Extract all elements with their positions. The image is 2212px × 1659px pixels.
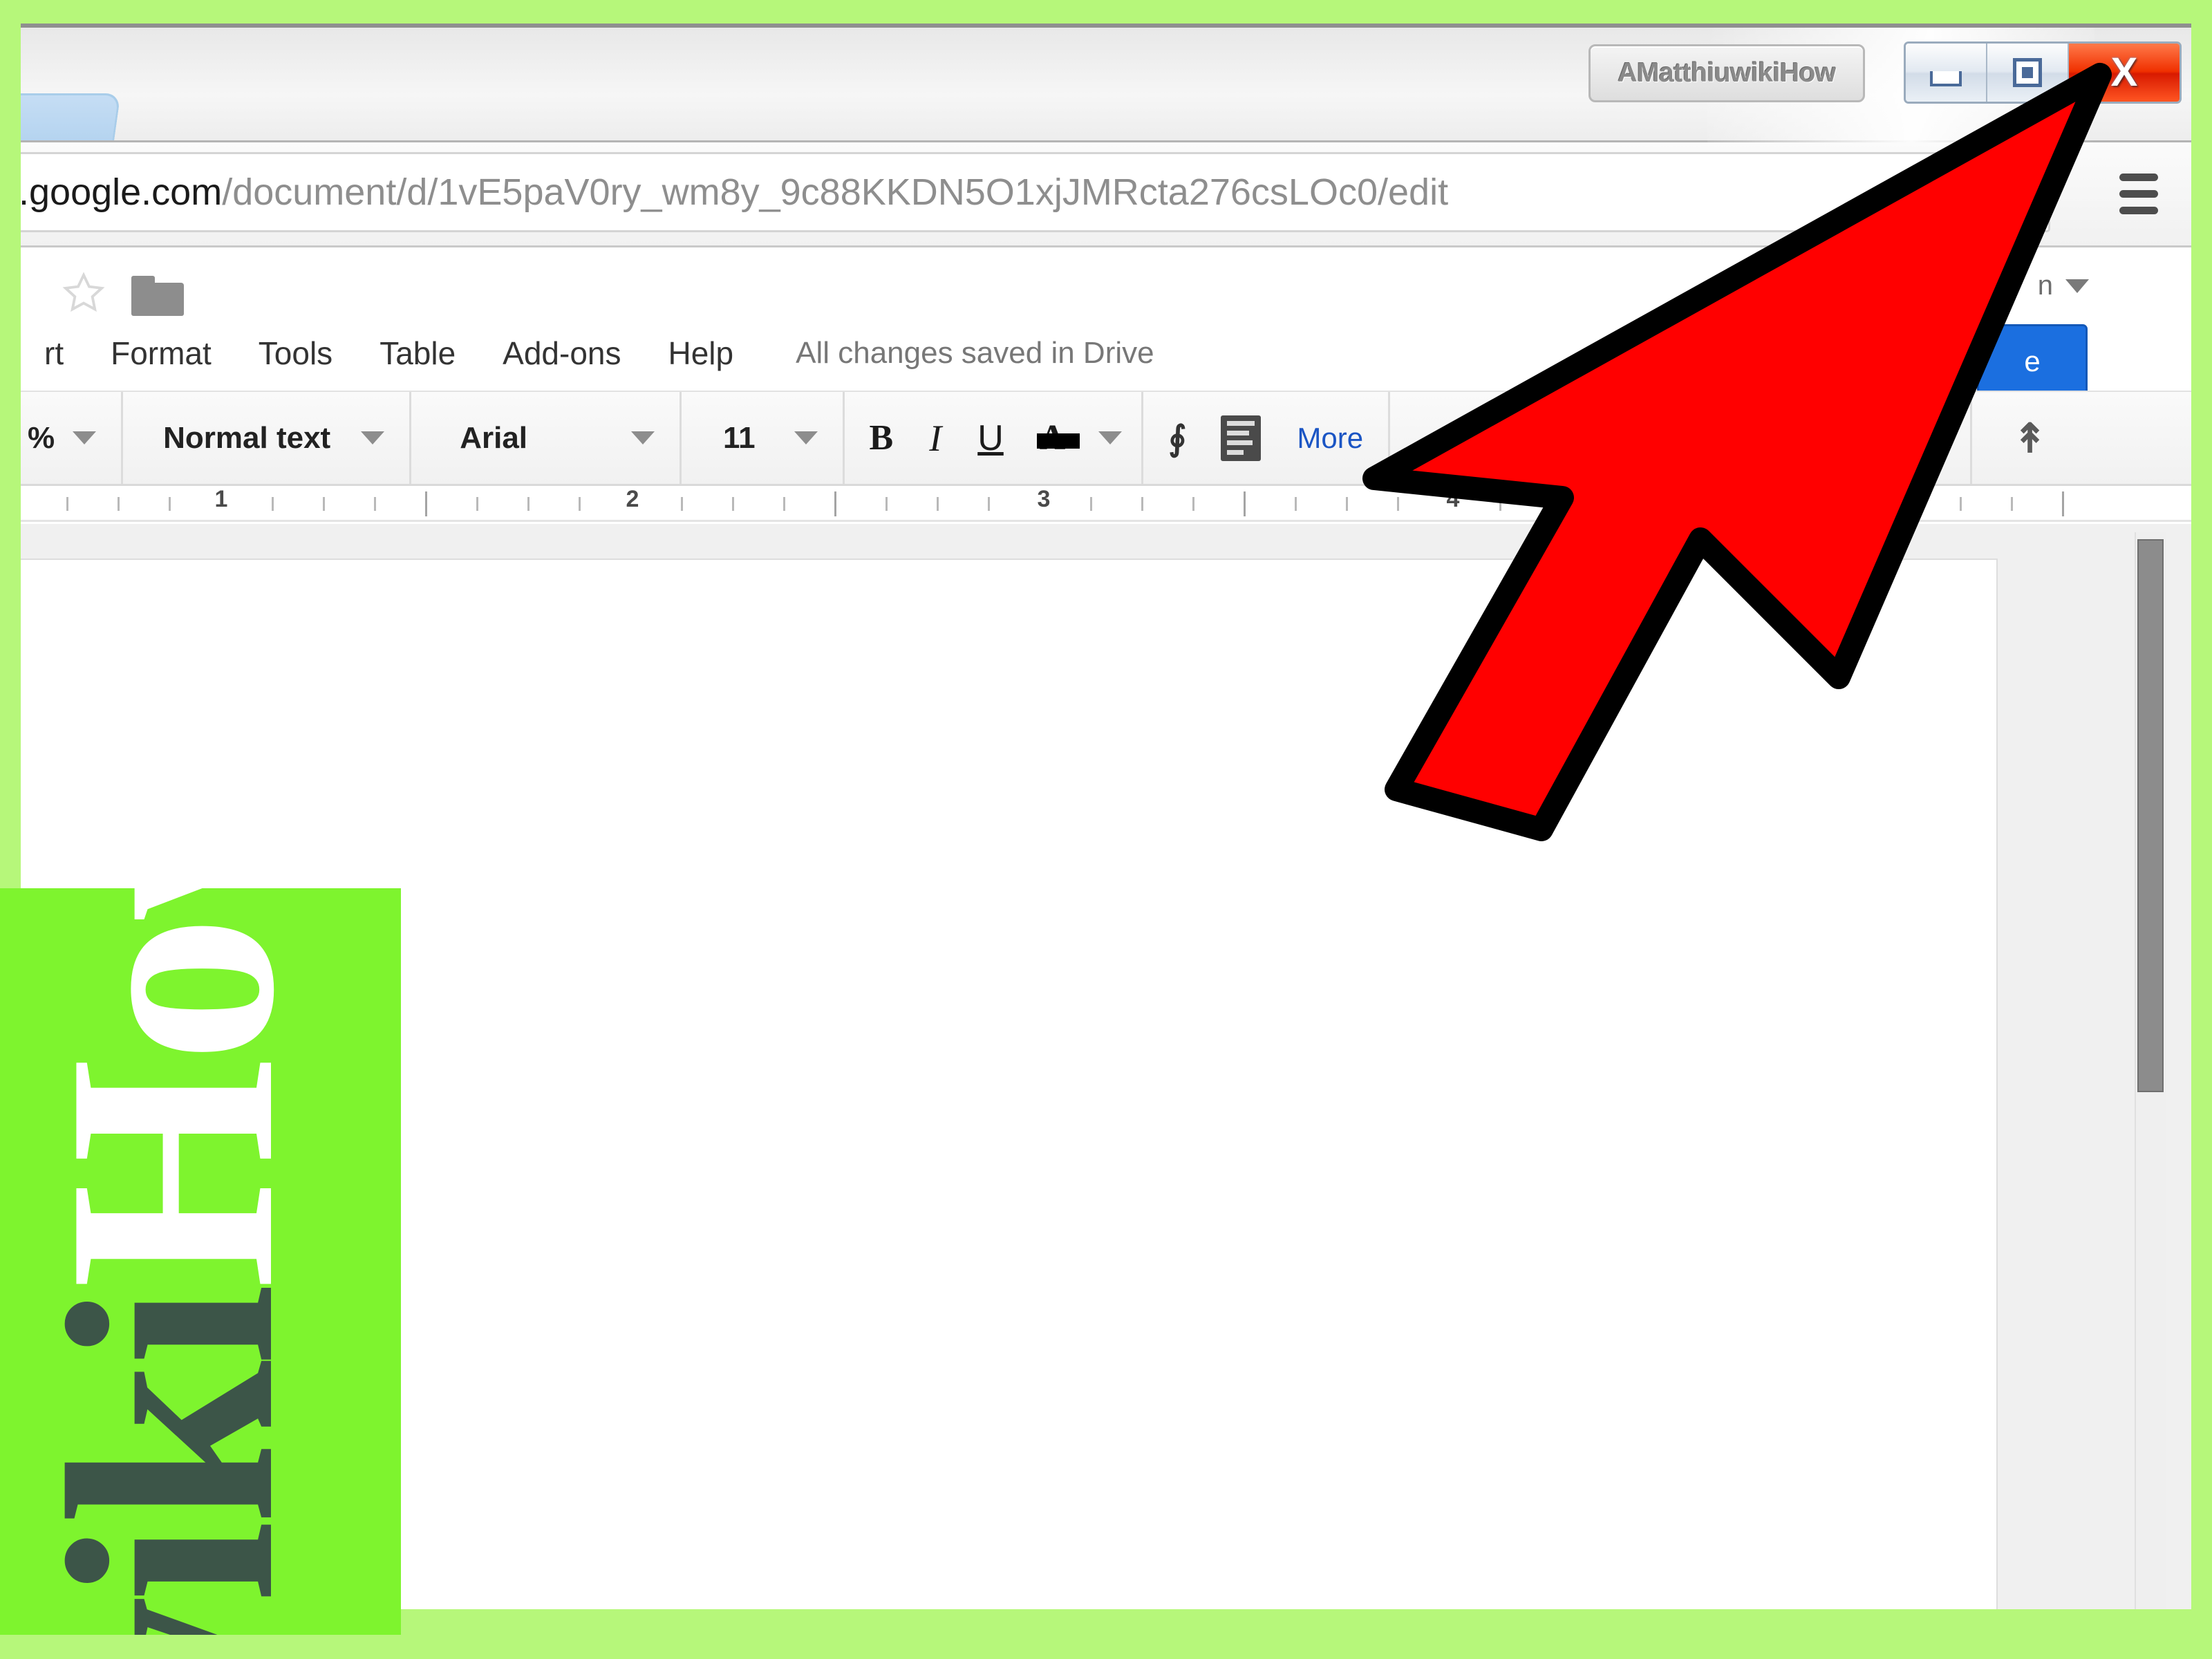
docs-menu-bar: rt Format Tools Table Add-ons Help All c…	[21, 316, 2191, 391]
link-icon[interactable]: ∮	[1150, 418, 1203, 458]
wikihow-how-text: How	[6, 888, 336, 1289]
scrollbar-thumb[interactable]	[2137, 539, 2164, 1092]
font-family-dropdown[interactable]: Arial	[411, 392, 682, 484]
menu-item-addons[interactable]: Add-ons	[479, 335, 644, 372]
comment-line	[1227, 440, 1253, 445]
comment-line	[1227, 450, 1244, 455]
chevron-double-up-icon[interactable]: ↟	[1970, 392, 2088, 484]
text-color-button[interactable]: A	[1022, 418, 1087, 458]
close-icon: X	[2110, 50, 2138, 95]
insert-group: ∮ More	[1143, 392, 1391, 484]
text-color-swatch	[1036, 433, 1080, 449]
hamburger-menu-icon[interactable]	[2106, 160, 2172, 227]
minimize-button[interactable]	[1906, 44, 1987, 102]
bold-button[interactable]: B	[852, 418, 912, 458]
menu-item-table[interactable]: Table	[356, 335, 479, 372]
green-border-frame: AMatthiuwikiHow X .google.com/document/d…	[0, 0, 2212, 1659]
save-status: All changes saved in Drive	[796, 336, 1154, 370]
folder-icon[interactable]	[131, 276, 184, 316]
chevron-down-icon	[794, 431, 818, 444]
minimize-icon	[1930, 71, 1962, 86]
folder-body	[131, 283, 184, 316]
paragraph-style-value: Normal text	[163, 420, 331, 455]
chevron-down-icon	[2065, 279, 2089, 293]
font-size-dropdown[interactable]: 11	[682, 392, 845, 484]
wikihow-wiki-text: wiki	[6, 1288, 336, 1635]
url-text: .google.com/document/d/1vE5paV0ry_wm8y_9…	[21, 171, 1448, 214]
ruler-number: 1	[214, 486, 228, 512]
text-format-group: B I U A	[845, 392, 1144, 484]
menu-item-help[interactable]: Help	[645, 335, 758, 372]
paragraph-style-dropdown[interactable]: Normal text	[123, 392, 412, 484]
browser-tab[interactable]	[21, 93, 121, 140]
profile-name: AMatthiuwikiHow	[1618, 58, 1836, 88]
comment-icon[interactable]	[1221, 415, 1262, 461]
editing-mode-label: n	[2037, 270, 2053, 301]
menu-item-insert[interactable]: rt	[21, 335, 87, 372]
window-controls: X	[1904, 41, 2182, 104]
menu-item-format[interactable]: Format	[87, 335, 235, 372]
url-path: /document/d/1vE5paV0ry_wm8y_9c88KKDN5O1x…	[222, 171, 1449, 213]
browser-tab-strip: AMatthiuwikiHow X	[21, 24, 2191, 145]
docs-toolbar: % Normal text Arial 11 B I U ∮ More ↟	[21, 391, 2191, 486]
menu-item-tools[interactable]: Tools	[235, 335, 356, 372]
close-button[interactable]: X	[2069, 44, 2180, 102]
profile-button[interactable]: AMatthiuwikiHow	[1588, 44, 1865, 102]
chevron-down-icon	[631, 431, 655, 444]
chevron-down-icon[interactable]	[1098, 431, 1123, 444]
chevron-down-icon	[73, 431, 97, 444]
ruler-number: 5	[1855, 486, 1869, 512]
ruler[interactable]: 1 2 3 4 5	[21, 486, 2191, 522]
chevron-down-icon	[361, 431, 385, 444]
url-domain: .google.com	[21, 171, 223, 213]
ruler-number: 3	[1037, 486, 1051, 512]
zoom-dropdown[interactable]: %	[21, 392, 124, 484]
ruler-number: 2	[626, 486, 639, 512]
font-size-value: 11	[723, 420, 756, 455]
editing-mode-dropdown[interactable]: n	[2038, 270, 2089, 301]
comment-line	[1227, 431, 1250, 435]
star-outline-icon[interactable]	[61, 270, 106, 316]
browser-toolbar: .google.com/document/d/1vE5paV0ry_wm8y_9…	[21, 142, 2191, 247]
zoom-value: %	[28, 420, 55, 455]
wikihow-watermark: wikiHow	[0, 888, 401, 1635]
hamburger-bar	[2119, 206, 2158, 214]
underline-button[interactable]: U	[959, 418, 1022, 459]
hamburger-bar	[2119, 173, 2158, 181]
italic-button[interactable]: I	[911, 417, 959, 460]
font-family-value: Arial	[460, 420, 528, 455]
maximize-button[interactable]	[1987, 44, 2069, 102]
hamburger-bar	[2119, 189, 2158, 198]
comment-line	[1227, 421, 1255, 426]
ruler-number: 4	[1446, 486, 1460, 512]
address-bar[interactable]: .google.com/document/d/1vE5paV0ry_wm8y_9…	[21, 152, 2050, 232]
maximize-icon	[2013, 58, 2042, 87]
more-button[interactable]: More	[1279, 422, 1381, 455]
wikihow-logo-text: wikiHow	[7, 888, 336, 1635]
